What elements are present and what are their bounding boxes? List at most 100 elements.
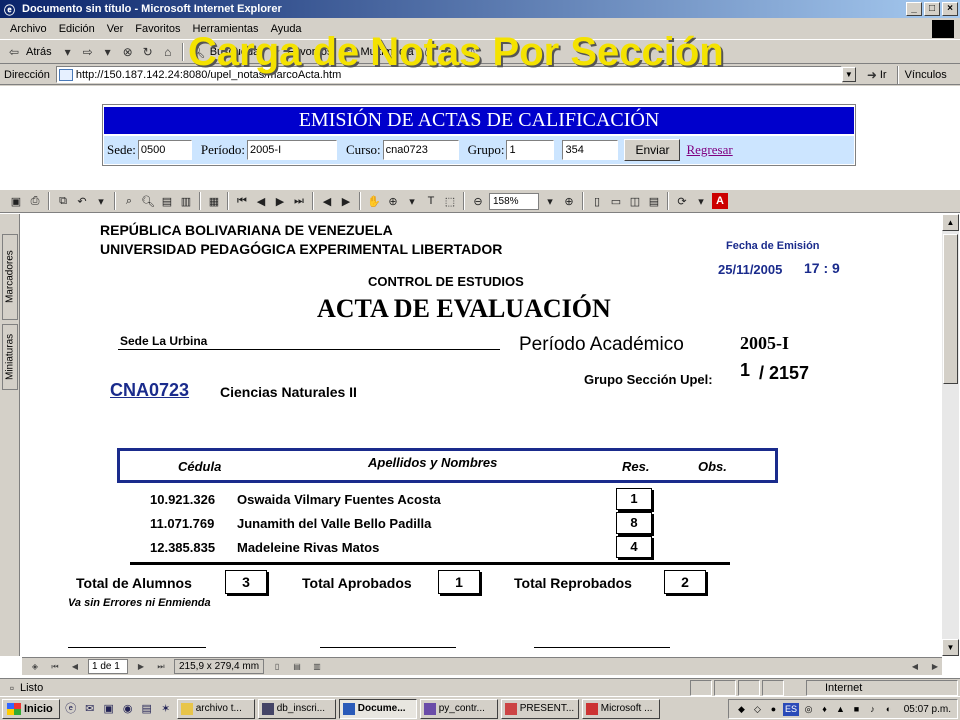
first-page-icon[interactable]: ⏮: [234, 193, 250, 209]
task-button-active[interactable]: Docume...: [338, 698, 417, 719]
clock[interactable]: 05:07 p.m.: [904, 704, 951, 715]
task-button[interactable]: py_contr...: [419, 698, 498, 719]
menu-edicion[interactable]: Edición: [53, 23, 101, 35]
back-arrow-icon[interactable]: ⇦: [6, 44, 22, 60]
facing-icon[interactable]: ▥: [310, 660, 324, 674]
forward-arrow-icon[interactable]: ⇨: [80, 44, 96, 60]
periodo-input[interactable]: 2005-I: [246, 140, 337, 160]
scroll-up-icon[interactable]: ▲: [942, 214, 959, 231]
task-button[interactable]: db_inscri...: [257, 698, 336, 719]
ie-quicklaunch-icon[interactable]: ⓔ: [63, 701, 79, 717]
curso-input[interactable]: cna0723: [382, 140, 459, 160]
sede-input[interactable]: 0500: [137, 140, 192, 160]
prev-page-icon[interactable]: ◀: [253, 193, 269, 209]
zoom-out-icon[interactable]: ⊖: [470, 193, 486, 209]
last-page-icon[interactable]: ⏭: [291, 193, 307, 209]
last-page-icon[interactable]: ⏭: [154, 660, 168, 674]
tray-icon[interactable]: ■: [850, 703, 863, 716]
copy-icon[interactable]: ⧉: [55, 193, 71, 209]
outlook-quicklaunch-icon[interactable]: ✉: [82, 701, 98, 717]
go-arrow-icon[interactable]: ➜: [864, 67, 880, 83]
volume-icon[interactable]: ♪: [866, 703, 879, 716]
fit-width-icon[interactable]: ◫: [627, 193, 643, 209]
hand-tool-icon[interactable]: ✋: [366, 193, 382, 209]
dropdown-arrow-icon[interactable]: ▾: [693, 193, 709, 209]
tray-icon[interactable]: ◎: [802, 703, 815, 716]
tray-icon[interactable]: ♦: [818, 703, 831, 716]
zoom-in-icon[interactable]: ⊕: [561, 193, 577, 209]
seccion-input[interactable]: 354: [562, 140, 619, 160]
back-button-label[interactable]: Atrás: [26, 46, 52, 58]
fit-visible-icon[interactable]: ▤: [646, 193, 662, 209]
language-indicator[interactable]: ES: [783, 702, 799, 716]
zoom-tool-icon[interactable]: ⊕: [385, 193, 401, 209]
fit-page-icon[interactable]: ▭: [608, 193, 624, 209]
save-icon[interactable]: ▣: [8, 193, 24, 209]
single-page-icon[interactable]: ▯: [270, 660, 284, 674]
tray-icon[interactable]: ◐: [882, 703, 895, 716]
close-button[interactable]: ×: [942, 2, 958, 16]
task-button[interactable]: archivo t...: [176, 698, 255, 719]
regresar-link[interactable]: Regresar: [686, 142, 732, 158]
scroll-left-icon[interactable]: ◀: [908, 660, 922, 674]
thumbnails-tab[interactable]: Miniaturas: [2, 324, 18, 390]
page-indicator[interactable]: 1 de 1: [88, 659, 128, 674]
dropdown-arrow-icon[interactable]: ▾: [404, 193, 420, 209]
explorer-quicklaunch-icon[interactable]: ▤: [139, 701, 155, 717]
menu-favoritos[interactable]: Favoritos: [129, 23, 186, 35]
menu-archivo[interactable]: Archivo: [4, 23, 53, 35]
grupo-input[interactable]: 1: [506, 140, 555, 160]
undo-icon[interactable]: ↶: [74, 193, 90, 209]
dropdown-arrow-icon[interactable]: ▾: [93, 193, 109, 209]
stop-icon[interactable]: ⊗: [120, 44, 136, 60]
refresh-icon[interactable]: ↻: [140, 44, 156, 60]
next-view-icon[interactable]: ▶: [338, 193, 354, 209]
actual-size-icon[interactable]: ▯: [589, 193, 605, 209]
tray-icon[interactable]: ◆: [735, 703, 748, 716]
page-layout-icon[interactable]: ▤: [159, 193, 175, 209]
adobe-logo-icon[interactable]: A: [712, 193, 728, 209]
task-button[interactable]: Microsoft ...: [581, 698, 660, 719]
go-button-label[interactable]: Ir: [880, 69, 887, 81]
app-quicklaunch-icon[interactable]: ✶: [158, 701, 174, 717]
desktop-quicklaunch-icon[interactable]: ▣: [101, 701, 117, 717]
dropdown-arrow-icon[interactable]: ▾: [542, 193, 558, 209]
rotate-icon[interactable]: ⟳: [674, 193, 690, 209]
find-icon[interactable]: ⌕: [121, 193, 137, 209]
dropdown-arrow-icon[interactable]: ▾: [60, 44, 76, 60]
scrollbar-thumb[interactable]: [943, 234, 958, 384]
navigation-pane-icon[interactable]: ▦: [206, 193, 222, 209]
bookmarks-tab[interactable]: Marcadores: [2, 234, 18, 320]
tray-icon[interactable]: ▲: [834, 703, 847, 716]
tray-icon[interactable]: ●: [767, 703, 780, 716]
task-button[interactable]: PRESENT...: [500, 698, 579, 719]
prev-page-icon[interactable]: ◀: [68, 660, 82, 674]
scroll-right-icon[interactable]: ▶: [928, 660, 942, 674]
next-page-icon[interactable]: ▶: [134, 660, 148, 674]
maximize-button[interactable]: □: [924, 2, 940, 16]
links-label[interactable]: Vínculos: [905, 69, 947, 81]
window-title-bar[interactable]: ⓔ Documento sin título - Microsoft Inter…: [0, 0, 960, 18]
panel-toggle-icon[interactable]: ◈: [28, 660, 42, 674]
search-icon[interactable]: 🔍︎: [140, 193, 156, 209]
text-select-icon[interactable]: T: [423, 193, 439, 209]
next-page-icon[interactable]: ▶: [272, 193, 288, 209]
app-quicklaunch-icon[interactable]: ◉: [120, 701, 136, 717]
address-dropdown-button[interactable]: ▼: [841, 67, 856, 82]
print-icon[interactable]: ⎙: [27, 193, 43, 209]
enviar-button[interactable]: Enviar: [624, 139, 681, 161]
previous-view-icon[interactable]: ◀: [319, 193, 335, 209]
continuous-icon[interactable]: ▤: [290, 660, 304, 674]
zoom-input[interactable]: 158%: [489, 192, 539, 210]
start-button[interactable]: Inicio: [2, 698, 60, 719]
first-page-icon[interactable]: ⏮: [48, 660, 62, 674]
home-icon[interactable]: ⌂: [160, 44, 176, 60]
scroll-down-icon[interactable]: ▼: [942, 639, 959, 656]
graphics-select-icon[interactable]: ⬚: [442, 193, 458, 209]
menu-ver[interactable]: Ver: [101, 23, 130, 35]
two-page-icon[interactable]: ▥: [178, 193, 194, 209]
vertical-scrollbar[interactable]: ▲ ▼: [942, 214, 959, 656]
dropdown-arrow-icon[interactable]: ▾: [100, 44, 116, 60]
minimize-button[interactable]: _: [906, 2, 922, 16]
tray-icon[interactable]: ◇: [751, 703, 764, 716]
